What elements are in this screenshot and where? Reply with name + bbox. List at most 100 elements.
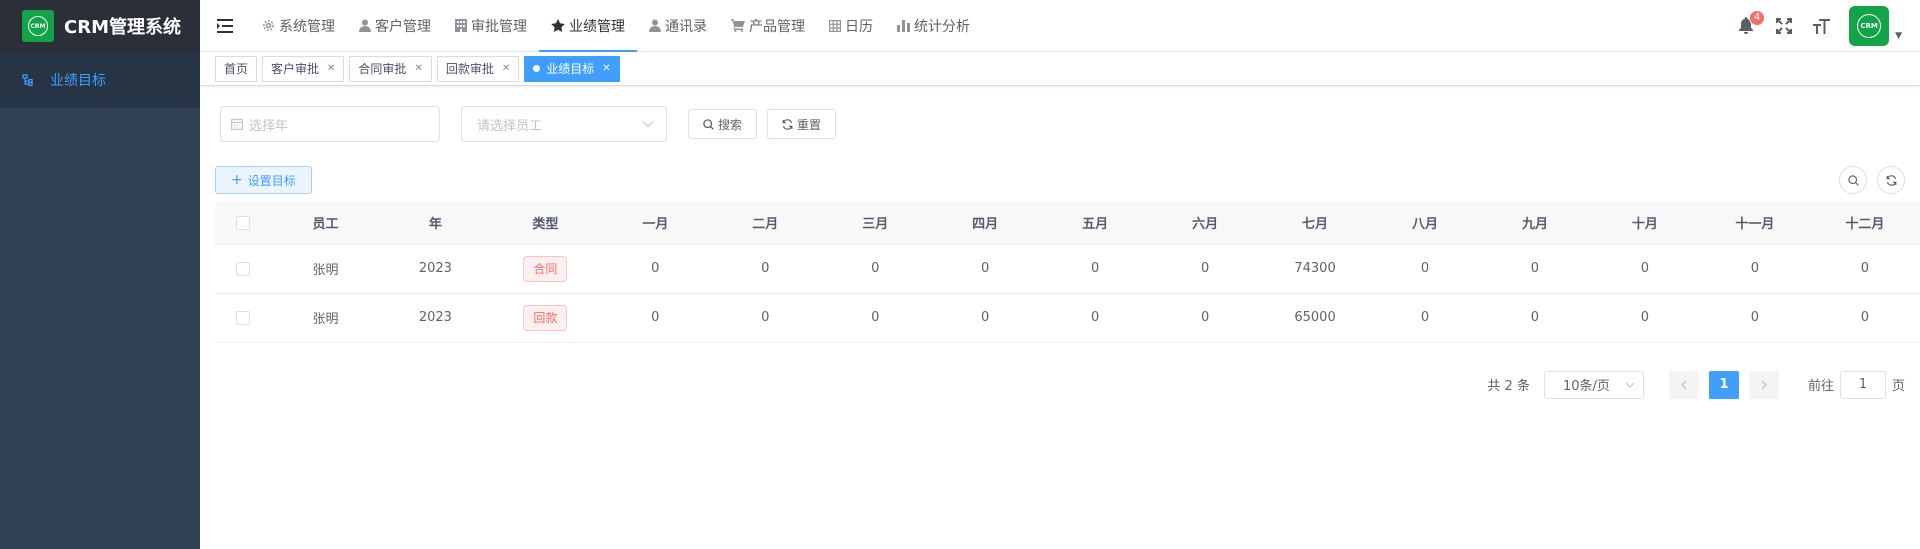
refresh-button[interactable] — [1877, 166, 1905, 194]
month-cell: 0 — [1589, 293, 1700, 343]
column-header: 类型 — [490, 202, 601, 245]
reset-button[interactable]: 重置 — [767, 109, 837, 139]
tag-performance-target[interactable]: 业绩目标 ✕ — [524, 55, 620, 82]
user-icon — [359, 19, 371, 32]
star-icon — [551, 19, 565, 32]
month-cell: 0 — [1809, 244, 1920, 294]
month-cell: 0 — [1809, 293, 1920, 343]
column-header: 五月 — [1040, 202, 1151, 245]
close-icon[interactable]: ✕ — [602, 63, 610, 74]
calendar-icon — [231, 118, 243, 130]
column-header: 员工 — [270, 202, 381, 245]
sidebar-item-performance-target[interactable]: 业绩目标 — [0, 52, 200, 108]
right-toolbar — [1829, 166, 1905, 194]
month-cell: 0 — [710, 244, 821, 294]
page-size-select[interactable]: 10条/页 — [1543, 370, 1644, 399]
employee-select[interactable]: 请选择员工 — [461, 106, 667, 142]
employee-cell: 张明 — [270, 244, 381, 294]
nav-approval[interactable]: 审批管理 — [443, 0, 539, 52]
performance-table: 员工 年 类型 一月 二月 三月 四月 五月 六月 七月 八月 九月 十月 十一… — [215, 202, 1920, 343]
toggle-search-button[interactable] — [1839, 166, 1867, 194]
search-button[interactable]: 搜索 — [688, 109, 758, 139]
month-cell: 0 — [1040, 244, 1151, 294]
refresh-icon — [1886, 174, 1896, 186]
tag-home[interactable]: 首页 — [215, 55, 258, 82]
prev-page-button[interactable] — [1668, 370, 1699, 399]
nav-label: 统计分析 — [914, 18, 970, 35]
month-cell: 0 — [930, 293, 1041, 343]
caret-down-icon[interactable]: ▼ — [1895, 31, 1902, 41]
fullscreen-button[interactable] — [1769, 11, 1799, 41]
type-tag: 回款 — [523, 304, 568, 331]
tag-contract-approval[interactable]: 合同审批 ✕ — [349, 55, 432, 82]
nav-product[interactable]: 产品管理 — [719, 0, 817, 52]
column-header: 六月 — [1150, 202, 1261, 245]
nav-contacts[interactable]: 通讯录 — [637, 0, 719, 52]
cart-icon — [731, 19, 745, 32]
year-placeholder: 选择年 — [249, 118, 289, 134]
month-cell: 0 — [1150, 244, 1261, 294]
month-cell: 0 — [1370, 244, 1480, 294]
logo-icon: CRM — [22, 10, 54, 42]
type-tag: 合同 — [523, 255, 568, 282]
month-cell: 0 — [1699, 244, 1810, 294]
font-size-button[interactable] — [1807, 11, 1837, 41]
row-select-cell — [215, 293, 271, 343]
nav-label: 业绩管理 — [569, 18, 625, 35]
app-title: CRM管理系统 — [64, 17, 181, 38]
next-page-button[interactable] — [1748, 370, 1779, 399]
pagination: 共 2 条 10条/页 1 前往 1 页 — [215, 370, 1905, 399]
hamburger-button[interactable] — [200, 0, 250, 52]
row-select-cell — [215, 244, 271, 294]
select-all-cell — [215, 202, 271, 245]
table-row: 张明 2023 合同 0 0 0 0 0 0 74300 0 0 0 0 0 — [215, 244, 1920, 294]
building-icon — [455, 19, 467, 32]
nav-system[interactable]: 系统管理 — [250, 0, 347, 52]
month-cell: 0 — [600, 244, 711, 294]
nav-statistics[interactable]: 统计分析 — [885, 0, 982, 52]
column-header: 八月 — [1370, 202, 1480, 245]
menu-fold-icon — [217, 18, 233, 33]
close-icon[interactable]: ✕ — [327, 63, 335, 74]
nav-performance[interactable]: 业绩管理 — [539, 0, 637, 52]
nav-customer[interactable]: 客户管理 — [347, 0, 443, 52]
top-navbar: 系统管理 客户管理 审批管理 业绩管理 通讯录 产品管理 日历 统计分析 4 C… — [200, 0, 1920, 52]
tag-payment-approval[interactable]: 回款审批 ✕ — [436, 55, 520, 82]
refresh-icon — [782, 118, 793, 130]
nav-label: 系统管理 — [279, 18, 335, 35]
tag-label: 业绩目标 — [546, 62, 595, 76]
column-header: 七月 — [1260, 202, 1371, 245]
employee-cell: 张明 — [270, 293, 381, 343]
search-icon — [1847, 174, 1859, 186]
close-icon[interactable]: ✕ — [414, 63, 422, 74]
column-header: 年 — [380, 202, 491, 245]
set-target-button[interactable]: + 设置目标 — [215, 166, 312, 194]
set-target-label: 设置目标 — [247, 173, 296, 188]
fullscreen-icon — [1776, 17, 1793, 34]
year-picker[interactable]: 选择年 — [220, 106, 440, 142]
chevron-down-icon — [1625, 382, 1635, 388]
select-all-checkbox[interactable] — [235, 215, 250, 230]
tags-view: 首页 客户审批 ✕ 合同审批 ✕ 回款审批 ✕ 业绩目标 ✕ — [200, 52, 1920, 86]
notification-button[interactable]: 4 — [1731, 9, 1766, 41]
avatar[interactable]: CRM — [1849, 5, 1890, 46]
row-checkbox[interactable] — [235, 310, 250, 325]
header-tools: 4 CRM ▼ — [1723, 0, 1920, 52]
nav-calendar[interactable]: 日历 — [817, 0, 885, 52]
nav-label: 日历 — [845, 18, 873, 35]
sidebar: CRM CRM管理系统 业绩目标 — [0, 0, 200, 549]
month-cell: 65000 — [1260, 293, 1371, 343]
user-icon — [649, 19, 661, 32]
pagination-total: 共 2 条 — [1487, 379, 1530, 394]
sidebar-item-label: 业绩目标 — [50, 73, 106, 89]
column-header: 一月 — [600, 202, 711, 245]
avatar-text: CRM — [1857, 13, 1882, 38]
year-cell: 2023 — [380, 293, 491, 343]
page-number-1[interactable]: 1 — [1708, 370, 1739, 399]
goto-page-input[interactable]: 1 — [1839, 370, 1886, 399]
close-icon[interactable]: ✕ — [502, 63, 510, 74]
tag-customer-approval[interactable]: 客户审批 ✕ — [262, 55, 345, 82]
row-checkbox[interactable] — [235, 261, 250, 276]
chevron-right-icon — [1761, 380, 1767, 389]
column-header: 十二月 — [1809, 202, 1920, 245]
